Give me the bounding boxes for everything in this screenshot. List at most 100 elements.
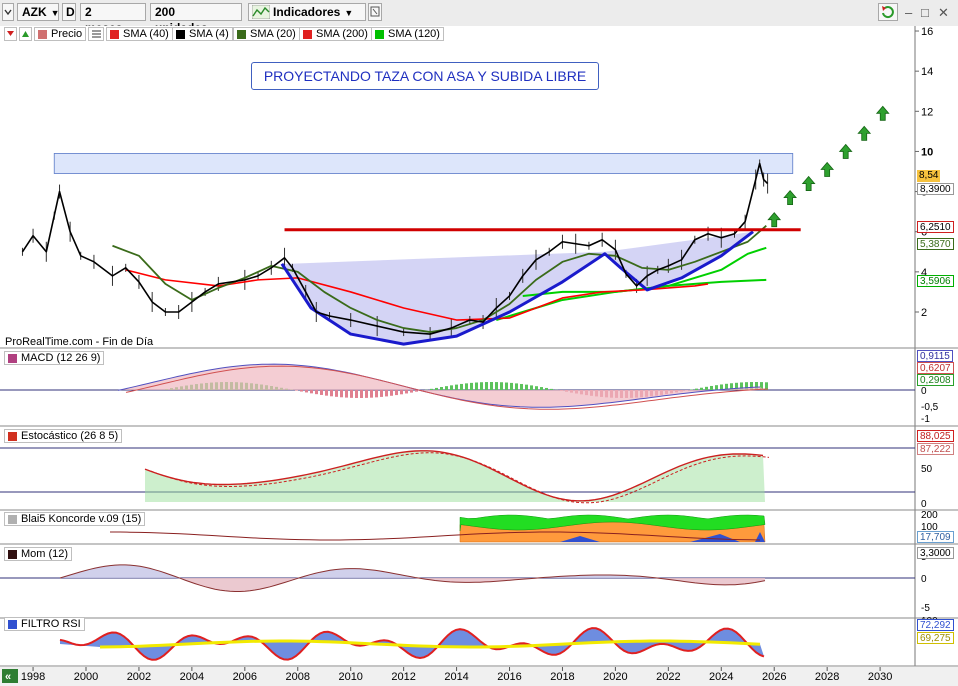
- collapse-icon[interactable]: [4, 27, 17, 41]
- expand-panel-icon[interactable]: [19, 27, 32, 41]
- macd-bar: [510, 382, 513, 390]
- legend-sma20-label: SMA (20): [250, 28, 296, 40]
- macd-bar: [545, 387, 548, 390]
- ticker-label: AZK: [22, 5, 47, 19]
- macd-hist-tag: 0,2908: [917, 374, 954, 386]
- list-icon[interactable]: [88, 27, 104, 41]
- x-axis-label: 2010: [338, 671, 362, 683]
- macd-axis-label: -0,5: [921, 402, 939, 413]
- toolbar: AZK▼ D 2 meses▼ 200 unidades▼ Indicadore…: [0, 0, 958, 35]
- macd-bar: [430, 388, 433, 390]
- x-axis-label: 2024: [709, 671, 733, 683]
- stoch-d-tag: 87,222: [917, 443, 954, 455]
- macd-bar: [445, 386, 448, 390]
- x-axis-label: 2004: [180, 671, 204, 683]
- macd-bar: [355, 390, 358, 398]
- x-axis-label: 2018: [550, 671, 574, 683]
- macd-panel-label[interactable]: MACD (12 26 9): [4, 351, 105, 365]
- macd-bar: [385, 390, 388, 397]
- macd-area: [118, 364, 765, 408]
- legend-sma200[interactable]: SMA (200): [299, 27, 372, 41]
- annotation-box[interactable]: PROYECTANDO TAZA CON ASA Y SUBIDA LIBRE: [251, 62, 599, 90]
- stoch-area: [145, 450, 765, 502]
- legend-price[interactable]: Precio: [34, 27, 87, 41]
- macd-bar: [315, 390, 318, 395]
- price-axis-label: 16: [921, 26, 933, 38]
- macd-axis-label: -1: [921, 414, 930, 425]
- price-tag: 8,3900: [917, 183, 954, 195]
- macd-bar: [550, 388, 553, 390]
- macd-bar: [370, 390, 373, 398]
- price-axis-label: 14: [921, 66, 933, 78]
- close-icon[interactable]: ✕: [938, 5, 949, 21]
- macd-bar: [300, 390, 303, 392]
- macd-bar: [410, 390, 413, 393]
- period-select[interactable]: 2 meses▼: [80, 3, 146, 35]
- refresh-icon[interactable]: [878, 3, 898, 21]
- indicators-button[interactable]: Indicadores ▼: [248, 3, 366, 21]
- mom-panel-label[interactable]: Mom (12): [4, 547, 73, 561]
- resistance-zone: [53, 153, 794, 174]
- macd-bar: [395, 390, 398, 396]
- sma200-swatch: [303, 30, 312, 39]
- koncorde-axis-label: 200: [921, 510, 938, 521]
- legend-sma40-label: SMA (40): [123, 28, 169, 40]
- macd-bar: [700, 387, 703, 390]
- macd-bar: [375, 390, 378, 398]
- legend-sma4-label: SMA (4): [189, 28, 229, 40]
- expand-icon[interactable]: [368, 3, 382, 21]
- x-axis-label: 2030: [868, 671, 892, 683]
- x-axis-label: 2000: [74, 671, 98, 683]
- resistance-tag: 6,2510: [917, 221, 954, 233]
- chart-area[interactable]: 161412108642 10-0,5-1 100500 2001000 50-…: [0, 26, 958, 686]
- legend-sma40[interactable]: SMA (40): [106, 27, 173, 41]
- mom-area: [60, 564, 765, 578]
- legend-sma120[interactable]: SMA (120): [371, 27, 444, 41]
- macd-bar: [350, 390, 353, 398]
- chevron-down-icon: ▼: [344, 8, 354, 18]
- legend-sma4[interactable]: SMA (4): [172, 27, 233, 41]
- legend-price-label: Precio: [51, 28, 83, 40]
- sma120-tag: 3,5906: [917, 275, 954, 287]
- x-axis-label: 2012: [391, 671, 415, 683]
- minimize-icon[interactable]: –: [905, 5, 912, 20]
- x-axis-label: 2008: [286, 671, 310, 683]
- macd-swatch: [8, 354, 17, 363]
- mom-panel-title: Mom (12): [21, 548, 69, 560]
- macd-bar: [405, 390, 408, 394]
- macd-bar: [515, 383, 518, 390]
- stoch-axis-label: 0: [921, 499, 927, 510]
- sma120-swatch: [375, 30, 384, 39]
- macd-bar: [325, 390, 328, 396]
- macd-signal-tag: 0,6207: [917, 362, 954, 374]
- macd-bar: [495, 382, 498, 390]
- macd-bar: [345, 390, 348, 398]
- x-axis-label: 2016: [497, 671, 521, 683]
- stoch-panel-label[interactable]: Estocástico (26 8 5): [4, 429, 123, 443]
- macd-bar: [440, 387, 443, 390]
- macd-bar: [540, 387, 543, 390]
- koncorde-tag: 17,709: [917, 531, 954, 543]
- macd-bar: [295, 390, 298, 391]
- sma20-tag: 5,3870: [917, 238, 954, 250]
- ticker-select[interactable]: AZK ▼: [17, 3, 60, 21]
- d-button[interactable]: D: [62, 3, 76, 21]
- macd-bar: [380, 390, 383, 397]
- macd-bar: [330, 390, 333, 397]
- rsi-panel-label[interactable]: FILTRO RSI: [4, 617, 85, 631]
- macd-bar: [450, 385, 453, 390]
- macd-bar: [460, 383, 463, 390]
- macd-bar: [505, 382, 508, 390]
- units-select[interactable]: 200 unidades▼: [150, 3, 242, 35]
- koncorde-panel-label[interactable]: Blai5 Koncorde v.09 (15): [4, 512, 146, 526]
- macd-bar: [400, 390, 403, 395]
- stoch-swatch: [8, 432, 17, 441]
- macd-bar: [490, 382, 493, 390]
- menu-arrow-icon[interactable]: [2, 3, 14, 21]
- last-price-tag: 8,54: [917, 170, 941, 182]
- stoch-k-tag: 88,025: [917, 430, 954, 442]
- legend-sma120-label: SMA (120): [388, 28, 440, 40]
- macd-bar: [525, 384, 528, 390]
- maximize-icon[interactable]: □: [921, 5, 929, 20]
- legend-sma20[interactable]: SMA (20): [233, 27, 300, 41]
